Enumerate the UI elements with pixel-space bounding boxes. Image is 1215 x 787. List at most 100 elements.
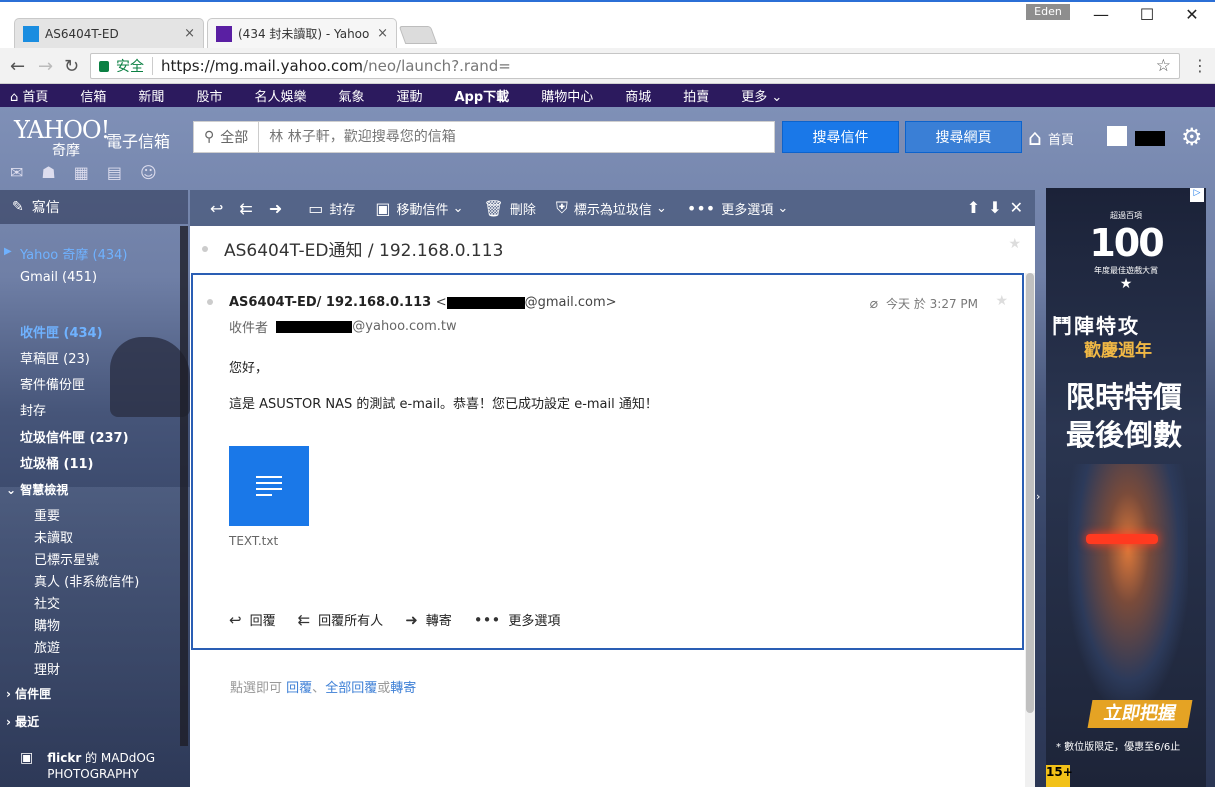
yahoo-mail-favicon-icon: [216, 25, 232, 42]
account-gmail[interactable]: Gmail (451): [20, 270, 97, 285]
folder-inbox[interactable]: 收件匣 (434): [20, 322, 103, 341]
smart-view-important[interactable]: 重要: [34, 505, 60, 524]
sender[interactable]: AS6404T-ED/ 192.168.0.113 < @gmail.com>: [229, 295, 617, 310]
compose-button[interactable]: ✎ 寫信: [0, 190, 188, 224]
message-scrollbar[interactable]: [1025, 273, 1035, 787]
folders-header[interactable]: › 信件匣: [6, 685, 51, 702]
contacts-icon[interactable]: ☗: [41, 163, 55, 182]
nav-app[interactable]: App下載: [439, 86, 526, 105]
search-box[interactable]: ⚲ 全部: [193, 121, 775, 153]
profile-avatar-icon[interactable]: [1107, 126, 1127, 146]
calendar-icon[interactable]: ▦: [74, 163, 89, 182]
nav-mall[interactable]: 商城: [609, 86, 667, 105]
previous-arrow-icon[interactable]: ⬆: [967, 198, 980, 217]
reply-button[interactable]: ↩ 回覆: [229, 610, 276, 630]
hint-reply-all-link[interactable]: 全部回覆: [325, 681, 377, 696]
adchoices-icon[interactable]: ▷: [1190, 188, 1204, 202]
nav-shopping[interactable]: 購物中心: [525, 86, 609, 105]
more-options-button[interactable]: ••• 更多選項 ⌄: [687, 199, 788, 218]
settings-gear-icon[interactable]: ⚙: [1181, 123, 1203, 151]
smart-view-social[interactable]: 社交: [34, 593, 60, 612]
nav-home[interactable]: ⌂ 首頁: [0, 86, 64, 105]
messenger-icon[interactable]: ☺: [140, 163, 157, 182]
star-icon[interactable]: ★: [1008, 236, 1021, 252]
home-link[interactable]: ⌂ 首頁: [1028, 126, 1074, 151]
smart-view-unread[interactable]: 未讀取: [34, 527, 73, 546]
next-arrow-icon[interactable]: ⬇: [988, 198, 1001, 217]
nav-weather[interactable]: 氣象: [322, 86, 380, 105]
nav-news[interactable]: 新聞: [122, 86, 180, 105]
smart-view-finance[interactable]: 理財: [34, 659, 60, 678]
bookmark-star-icon[interactable]: ☆: [1156, 56, 1171, 76]
logo-mail: 電子信箱: [106, 132, 171, 151]
smart-view-starred[interactable]: 已標示星號: [34, 549, 99, 568]
search-web-button[interactable]: 搜尋網頁: [905, 121, 1022, 153]
folder-spam[interactable]: 垃圾信件匣 (237): [20, 427, 129, 446]
profile-badge[interactable]: Eden: [1026, 4, 1070, 20]
search-scope-dropdown[interactable]: ⚲ 全部: [194, 121, 260, 153]
smart-view-people[interactable]: 真人 (非系統信件): [34, 571, 139, 590]
collapse-ad-icon[interactable]: ›: [1036, 490, 1040, 503]
reload-icon[interactable]: ↻: [64, 56, 79, 77]
search-mail-button[interactable]: 搜尋信件: [782, 121, 899, 153]
smart-views-header[interactable]: ⌄ 智慧檢視: [6, 481, 68, 498]
advertisement[interactable]: ▷ 超過百項 100 年度最佳遊戲大賞 ★ 鬥陣特攻 歡慶週年 限時特價 最後倒…: [1046, 188, 1206, 787]
ad-cta-button[interactable]: 立即把握: [1087, 700, 1193, 728]
minimize-button[interactable]: —: [1086, 4, 1116, 26]
nav-more[interactable]: 更多 ⌄: [725, 86, 798, 105]
secure-indicator[interactable]: 安全: [91, 57, 153, 75]
tab-close-icon[interactable]: ×: [184, 26, 195, 41]
nav-sports[interactable]: 運動: [380, 86, 438, 105]
nav-mail[interactable]: 信箱: [64, 86, 122, 105]
home-label: 首頁: [1047, 133, 1074, 148]
hint-forward-link[interactable]: 轉寄: [390, 681, 416, 696]
folder-archive[interactable]: 封存: [20, 400, 46, 419]
reply-all-icon[interactable]: ⇇: [239, 199, 258, 218]
hint-reply-link[interactable]: 回覆: [286, 681, 312, 696]
reply-icon[interactable]: ↩: [210, 199, 229, 218]
nav-stocks[interactable]: 股市: [180, 86, 238, 105]
close-window-button[interactable]: ✕: [1177, 4, 1207, 26]
smart-view-travel[interactable]: 旅遊: [34, 637, 60, 656]
notepad-icon[interactable]: ▤: [107, 163, 122, 182]
move-button[interactable]: ▣ 移動信件 ⌄: [375, 199, 463, 218]
forward-button[interactable]: ➜ 轉寄: [405, 610, 452, 630]
mail-icon[interactable]: ✉: [10, 163, 23, 182]
message-dot: [207, 299, 213, 305]
archive-button[interactable]: ▭ 封存: [308, 199, 355, 218]
forward-arrow-icon[interactable]: →: [38, 56, 53, 77]
tab-asustor[interactable]: AS6404T-ED ×: [14, 18, 204, 48]
smart-view-shopping[interactable]: 購物: [34, 615, 60, 634]
sidebar-scrollbar[interactable]: [180, 226, 188, 746]
more-actions-button[interactable]: ••• 更多選項: [474, 610, 561, 630]
message-star-icon[interactable]: ★: [995, 293, 1008, 309]
reply-all-button[interactable]: ⇇ 回覆所有人: [298, 610, 384, 630]
forward-icon[interactable]: ➜: [269, 199, 288, 218]
account-yahoo[interactable]: Yahoo 奇摩 (434): [20, 244, 128, 263]
badge-star-icon: ★: [1119, 276, 1133, 292]
maximize-button[interactable]: ☐: [1132, 4, 1162, 26]
nav-auction[interactable]: 拍賣: [667, 86, 725, 105]
recent-header[interactable]: › 最近: [6, 713, 39, 730]
search-input[interactable]: [259, 129, 740, 145]
address-bar[interactable]: 安全 https://mg.mail.yahoo.com/neo/launch?…: [90, 53, 1180, 79]
attachment-thumbnail[interactable]: [229, 446, 309, 526]
message-card: AS6404T-ED/ 192.168.0.113 < @gmail.com> ⌀…: [191, 273, 1024, 650]
attachment-name[interactable]: TEXT.txt: [229, 534, 278, 548]
scrollbar-thumb[interactable]: [1026, 273, 1034, 713]
tab-close-icon[interactable]: ×: [377, 26, 388, 41]
photo-credit[interactable]: ▣ flickr 的 MADdOG PHOTOGRAPHY: [20, 750, 157, 782]
folder-sent[interactable]: 寄件備份匣: [20, 374, 85, 393]
folder-trash[interactable]: 垃圾桶 (11): [20, 453, 94, 472]
close-message-icon[interactable]: ✕: [1010, 198, 1023, 217]
back-arrow-icon[interactable]: ←: [10, 56, 25, 77]
tab-yahoo-mail[interactable]: (434 封未讀取) - Yahoo ×: [207, 18, 397, 48]
browser-menu-icon[interactable]: ⋮: [1192, 56, 1208, 75]
yahoo-mail-logo[interactable]: YAHOO! 奇摩 電子信箱: [14, 116, 170, 159]
tab-title: (434 封未讀取) - Yahoo: [238, 27, 370, 41]
folder-drafts[interactable]: 草稿匣 (23): [20, 348, 90, 367]
delete-button[interactable]: 🗑︎ 刪除: [484, 199, 536, 218]
nav-celebrity[interactable]: 名人娛樂: [238, 86, 322, 105]
new-tab-button[interactable]: [398, 26, 438, 44]
spam-button[interactable]: ⛨ 標示為垃圾信 ⌄: [556, 198, 667, 218]
